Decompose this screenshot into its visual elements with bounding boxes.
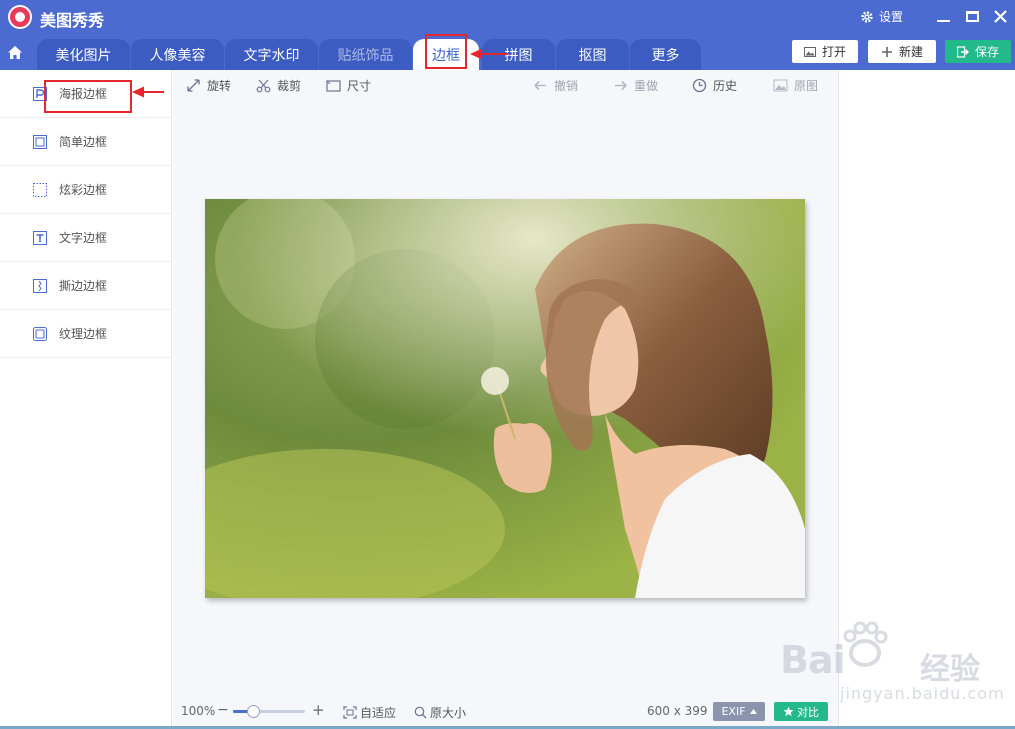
plus-icon [881, 46, 892, 57]
scissors-icon [256, 79, 271, 93]
arrow-right-icon [615, 80, 627, 91]
open-label: 打开 [821, 45, 846, 59]
zoom-slider[interactable] [233, 710, 305, 713]
magnifier-icon [414, 706, 427, 719]
torn-edge-frame-icon [33, 278, 47, 293]
watermark-brand: Bai [780, 638, 846, 682]
zoom-in-button[interactable]: + [312, 701, 325, 719]
new-button[interactable]: 新建 [868, 40, 936, 63]
title-bar: 美图秀秀 设置 [0, 0, 1015, 34]
colorful-frame-icon [33, 182, 47, 197]
exif-label: EXIF [721, 705, 746, 718]
texture-frame-icon [33, 326, 47, 341]
paw-logo-icon [843, 621, 888, 667]
edit-toolbar: 旋转 裁剪 尺寸 撤销 重做 历史 原图 [173, 70, 838, 100]
zoom-percent: 100% [181, 704, 216, 718]
save-button[interactable]: 保存 [945, 40, 1011, 63]
settings-label: 设置 [879, 10, 904, 24]
export-icon [956, 45, 969, 58]
text-frame-icon [33, 230, 47, 245]
original-button[interactable]: 原图 [773, 77, 818, 94]
history-label: 历史 [713, 79, 738, 93]
tab-more[interactable]: 更多 [630, 39, 701, 70]
arrow-left-icon [534, 80, 546, 91]
size-label: 尺寸 [347, 79, 372, 93]
undo-button[interactable]: 撤销 [533, 77, 578, 94]
redo-button[interactable]: 重做 [613, 77, 658, 94]
annotation-highlight-poster-frame [44, 80, 132, 113]
sidebar-item-text-frame[interactable]: 文字边框 [0, 214, 172, 262]
tab-beautify[interactable]: 美化图片 [37, 39, 130, 70]
rotate-icon [187, 79, 200, 92]
annotation-arrow-icon [470, 48, 508, 60]
rotate-button[interactable]: 旋转 [186, 77, 231, 94]
size-button[interactable]: 尺寸 [326, 77, 371, 94]
actual-size-button[interactable]: 原大小 [414, 704, 466, 721]
tab-stickers[interactable]: 贴纸饰品 [319, 39, 412, 70]
minimize-button[interactable] [933, 6, 953, 26]
annotation-highlight-tab-frames [425, 34, 467, 69]
crop-label: 裁剪 [277, 79, 302, 93]
fit-button[interactable]: 自适应 [343, 704, 396, 721]
app-logo-icon [8, 5, 32, 29]
status-bar: 100% − + 自适应 原大小 600 x 399 EXIF 对比 [173, 698, 838, 726]
resize-icon [326, 80, 341, 92]
sidebar-item-torn-edge-frame[interactable]: 撕边边框 [0, 262, 172, 310]
sidebar-item-label: 撕边边框 [59, 279, 108, 293]
watermark-url: jingyan.baidu.com [840, 684, 1005, 703]
crop-button[interactable]: 裁剪 [256, 77, 301, 94]
sidebar-item-label: 纹理边框 [59, 327, 108, 341]
clock-icon [692, 78, 707, 93]
rotate-label: 旋转 [207, 79, 232, 93]
minimize-icon [936, 20, 950, 22]
app-title: 美图秀秀 [40, 11, 105, 30]
history-button[interactable]: 历史 [692, 77, 737, 94]
new-label: 新建 [898, 45, 923, 59]
gear-icon [861, 10, 873, 23]
close-button[interactable] [990, 6, 1010, 26]
save-label: 保存 [974, 45, 999, 59]
sidebar-item-label: 文字边框 [59, 231, 108, 245]
original-label: 原图 [794, 79, 819, 93]
sidebar-item-texture-frame[interactable]: 纹理边框 [0, 310, 172, 358]
image-icon [773, 79, 788, 92]
simple-frame-icon [33, 134, 47, 149]
exif-button[interactable]: EXIF [713, 702, 765, 721]
photo-girl-dandelion [205, 199, 805, 598]
home-button[interactable] [4, 39, 26, 65]
watermark-text: 经验 [920, 652, 980, 687]
maximize-icon [965, 10, 979, 22]
fit-label: 自适应 [360, 706, 397, 720]
open-button[interactable]: 打开 [792, 40, 858, 63]
sidebar-item-simple-frame[interactable]: 简单边框 [0, 118, 172, 166]
sidebar-item-colorful-frame[interactable]: 炫彩边框 [0, 166, 172, 214]
baidu-jingyan-watermark: Bai 经验 jingyan.baidu.com [780, 620, 1015, 710]
maximize-button[interactable] [962, 6, 982, 26]
tab-cutout[interactable]: 抠图 [556, 39, 629, 70]
close-icon [993, 9, 1007, 23]
frame-category-sidebar: 海报边框 简单边框 炫彩边框 文字边框 撕边边框 纹理边框 [0, 70, 172, 729]
image-open-icon [803, 46, 816, 57]
zoom-out-button[interactable]: − [217, 702, 229, 718]
caret-up-icon [749, 709, 757, 714]
sidebar-item-label: 炫彩边框 [59, 183, 108, 197]
actual-size-label: 原大小 [430, 706, 467, 720]
undo-label: 撤销 [554, 79, 579, 93]
settings-button[interactable]: 设置 [860, 8, 903, 25]
tab-text-watermark[interactable]: 文字水印 [225, 39, 318, 70]
redo-label: 重做 [634, 79, 659, 93]
tab-portrait[interactable]: 人像美容 [131, 39, 224, 70]
zoom-slider-handle[interactable] [247, 705, 261, 718]
fit-icon [343, 706, 357, 719]
annotation-arrow-icon [132, 86, 164, 98]
sidebar-item-label: 简单边框 [59, 135, 108, 149]
edited-photo[interactable] [205, 199, 805, 598]
home-icon [8, 45, 22, 59]
image-dimensions: 600 x 399 [647, 704, 708, 718]
